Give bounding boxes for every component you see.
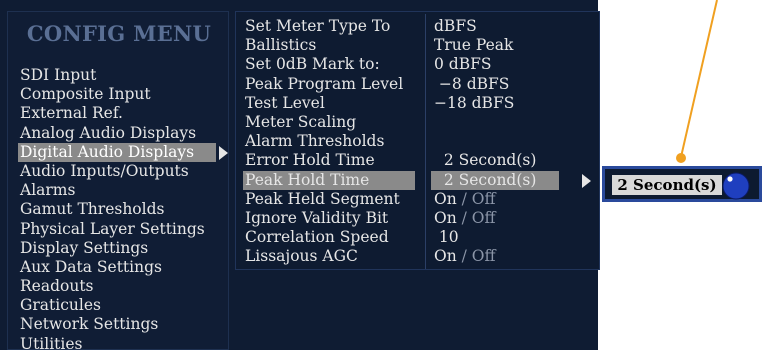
callout-leader-line <box>676 0 718 163</box>
screenshot: CONFIG MENU SDI Input Composite Input Ex… <box>0 0 777 353</box>
